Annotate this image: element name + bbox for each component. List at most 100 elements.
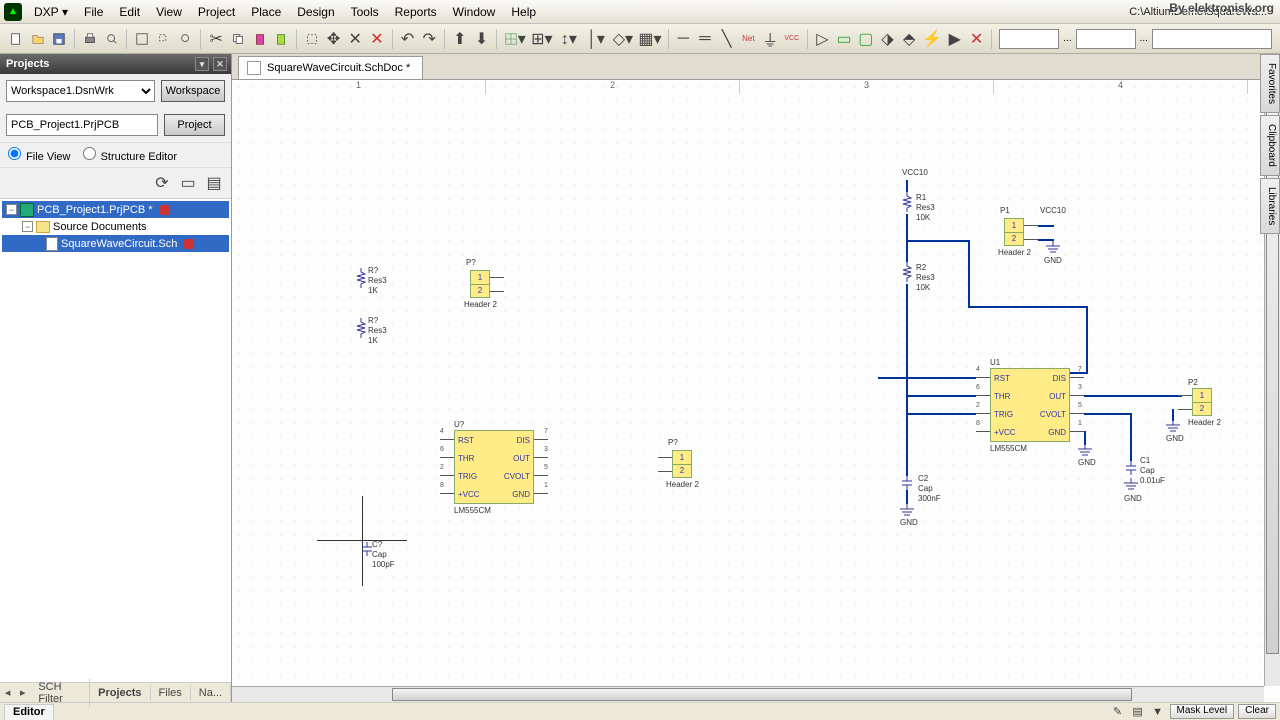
- structeditor-radio[interactable]: Structure Editor: [83, 147, 177, 163]
- combo-3[interactable]: [1152, 29, 1272, 49]
- vcc-icon[interactable]: VCC: [782, 28, 802, 50]
- schematic-canvas[interactable]: 1234 R? Res3 1K R? Res3 1K P? 12 Header …: [232, 80, 1264, 686]
- clear-button[interactable]: Clear: [1238, 704, 1276, 719]
- probe-icon[interactable]: ⚡: [921, 28, 943, 50]
- gnd-icon[interactable]: ⏚: [760, 28, 780, 50]
- component-header-p7b[interactable]: 12: [672, 450, 692, 478]
- grid2-dropdown[interactable]: ▦▾: [637, 28, 662, 50]
- component-res-r7b[interactable]: [356, 318, 366, 340]
- zoom-area-icon[interactable]: [154, 28, 174, 50]
- part-icon[interactable]: ▷: [813, 28, 833, 50]
- cross-icon[interactable]: ✕: [967, 28, 987, 50]
- scrollbar-thumb[interactable]: [392, 688, 1132, 701]
- mask-level-button[interactable]: Mask Level: [1170, 704, 1235, 719]
- select-rect-icon[interactable]: [302, 28, 322, 50]
- refresh-icon[interactable]: ⟳: [151, 172, 173, 194]
- menu-help[interactable]: Help: [503, 3, 544, 21]
- deselect-icon[interactable]: ✕: [345, 28, 365, 50]
- grid-dropdown[interactable]: ▾: [502, 28, 527, 50]
- project-button[interactable]: Project: [164, 114, 225, 136]
- snap-dropdown[interactable]: ⊞▾: [529, 28, 554, 50]
- combo-1[interactable]: [999, 29, 1059, 49]
- tree-source-docs[interactable]: − Source Documents: [2, 218, 229, 235]
- side-tab-favorites[interactable]: Favorites: [1260, 54, 1280, 113]
- menu-window[interactable]: Window: [445, 3, 504, 21]
- tree-schdoc[interactable]: SquareWaveCircuit.Sch: [2, 235, 229, 252]
- paste-icon[interactable]: [250, 28, 270, 50]
- component-cap-c1[interactable]: [1124, 461, 1138, 475]
- zoom-fit-icon[interactable]: [132, 28, 152, 50]
- tree-collapse-icon[interactable]: ▭: [177, 172, 199, 194]
- tabs-prev-icon[interactable]: ◂: [0, 686, 15, 699]
- combo-2[interactable]: [1076, 29, 1136, 49]
- doc-tab-active[interactable]: SquareWaveCircuit.SchDoc *: [238, 56, 423, 79]
- component-header-p7a[interactable]: 12: [470, 270, 490, 298]
- tree-options-icon[interactable]: ▤: [203, 172, 225, 194]
- component-header-p1[interactable]: 12: [1004, 218, 1024, 246]
- menu-tools[interactable]: Tools: [343, 3, 387, 21]
- expand-icon[interactable]: −: [22, 221, 33, 232]
- copy-icon[interactable]: [228, 28, 248, 50]
- component-cap-c2[interactable]: [900, 476, 914, 490]
- component-res-r7a[interactable]: [356, 268, 366, 290]
- side-tab-libraries[interactable]: Libraries: [1260, 178, 1280, 234]
- fileview-radio[interactable]: File View: [8, 147, 71, 163]
- save-icon[interactable]: [49, 28, 69, 50]
- expand-icon[interactable]: −: [6, 204, 17, 215]
- tab-sch-filter[interactable]: SCH Filter: [30, 679, 90, 707]
- directive-icon[interactable]: ▶: [945, 28, 965, 50]
- sheet-entry-icon[interactable]: ▢: [856, 28, 876, 50]
- close-panel-icon[interactable]: ✕: [213, 57, 227, 71]
- side-tab-clipboard[interactable]: Clipboard: [1260, 115, 1280, 176]
- harness-icon[interactable]: ⬘: [899, 28, 919, 50]
- move-icon[interactable]: ✥: [324, 28, 344, 50]
- redo-icon[interactable]: ↷: [419, 28, 439, 50]
- sheet-symbol-icon[interactable]: ▭: [834, 28, 854, 50]
- tab-projects[interactable]: Projects: [90, 685, 150, 701]
- menu-edit[interactable]: Edit: [111, 3, 148, 21]
- project-field[interactable]: [6, 114, 158, 136]
- wire-icon[interactable]: ─: [673, 28, 693, 50]
- open-icon[interactable]: [28, 28, 48, 50]
- component-ic-u7[interactable]: RSTDIS THROUT TRIGCVOLT +VCCGND: [454, 430, 534, 504]
- horizontal-scrollbar[interactable]: [232, 686, 1264, 702]
- menu-dxp[interactable]: DXP ▾: [26, 3, 76, 21]
- new-icon[interactable]: [6, 28, 26, 50]
- units-dropdown[interactable]: │▾: [583, 28, 608, 50]
- bus-icon[interactable]: ═: [695, 28, 715, 50]
- status-icon-3[interactable]: ▼: [1150, 704, 1166, 719]
- component-res-r1[interactable]: [902, 192, 912, 214]
- bus-entry-icon[interactable]: ╲: [717, 28, 737, 50]
- tab-navigator[interactable]: Na...: [191, 685, 231, 701]
- menu-file[interactable]: File: [76, 3, 111, 21]
- component-ic-u1[interactable]: RSTDIS THROUT TRIGCVOLT +VCCGND: [990, 368, 1070, 442]
- component-res-r2[interactable]: [902, 262, 912, 284]
- status-icon-1[interactable]: ✎: [1110, 704, 1126, 719]
- menu-design[interactable]: Design: [289, 3, 342, 21]
- tree-root[interactable]: − PCB_Project1.PrjPCB *: [2, 201, 229, 218]
- tab-files[interactable]: Files: [151, 685, 191, 701]
- port-icon[interactable]: ⬗: [878, 28, 898, 50]
- project-tree[interactable]: − PCB_Project1.PrjPCB * − Source Documen…: [0, 199, 231, 682]
- hierarchy-up-icon[interactable]: ⬆: [450, 28, 470, 50]
- pin-icon[interactable]: ▾: [195, 57, 209, 71]
- workspace-select[interactable]: Workspace1.DsnWrk: [6, 80, 155, 102]
- print-icon[interactable]: [80, 28, 100, 50]
- menu-project[interactable]: Project: [190, 3, 243, 21]
- hierarchy-down-icon[interactable]: ⬇: [472, 28, 492, 50]
- undo-icon[interactable]: ↶: [398, 28, 418, 50]
- workspace-button[interactable]: Workspace: [161, 80, 225, 102]
- netlabel-icon[interactable]: Net: [739, 28, 759, 50]
- status-tab-editor[interactable]: Editor: [4, 704, 54, 720]
- shape-dropdown[interactable]: ◇▾: [610, 28, 635, 50]
- status-icon-2[interactable]: ▤: [1130, 704, 1146, 719]
- print-preview-icon[interactable]: [102, 28, 122, 50]
- menu-view[interactable]: View: [148, 3, 190, 21]
- menu-place[interactable]: Place: [243, 3, 289, 21]
- cut-icon[interactable]: ✂: [206, 28, 226, 50]
- zoom-select-icon[interactable]: [176, 28, 196, 50]
- align-dropdown[interactable]: ↕▾: [556, 28, 581, 50]
- component-header-p2[interactable]: 12: [1192, 388, 1212, 416]
- menu-reports[interactable]: Reports: [387, 3, 445, 21]
- tabs-next-icon[interactable]: ▸: [15, 686, 30, 699]
